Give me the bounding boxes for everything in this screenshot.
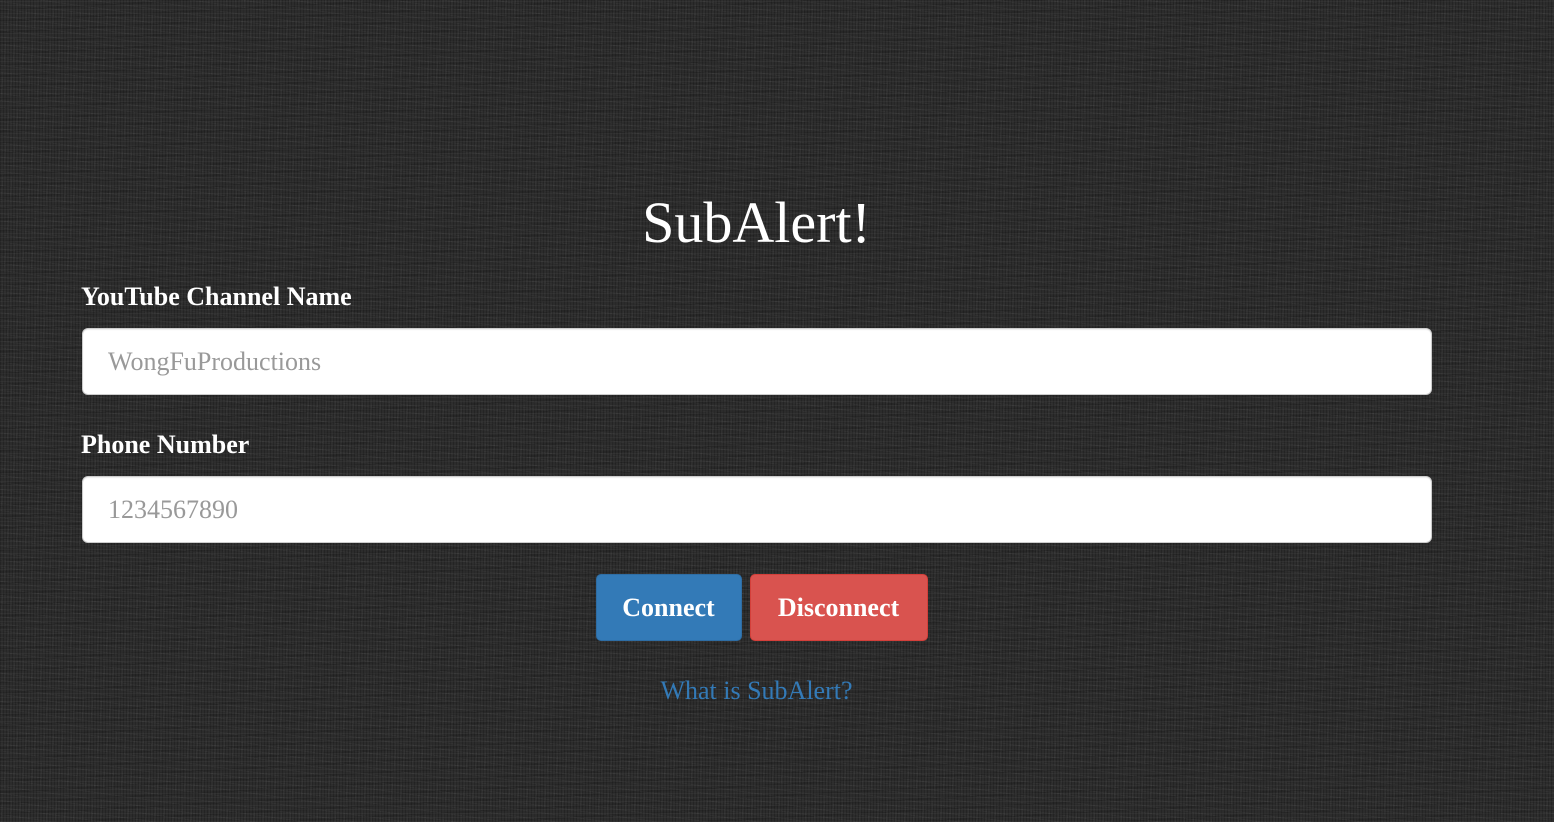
button-group: Connect Disconnect [81, 574, 1432, 641]
page-title: SubAlert! [642, 190, 871, 255]
channel-name-input[interactable] [82, 328, 1432, 395]
channel-name-label: YouTube Channel Name [81, 282, 352, 311]
phone-number-input[interactable] [82, 476, 1432, 543]
what-is-subalert-link[interactable]: What is SubAlert? [660, 676, 852, 705]
disconnect-button[interactable]: Disconnect [749, 574, 928, 641]
about-link-row: What is SubAlert? [81, 674, 1432, 708]
connect-button[interactable]: Connect [595, 574, 742, 641]
phone-number-label: Phone Number [81, 430, 250, 459]
